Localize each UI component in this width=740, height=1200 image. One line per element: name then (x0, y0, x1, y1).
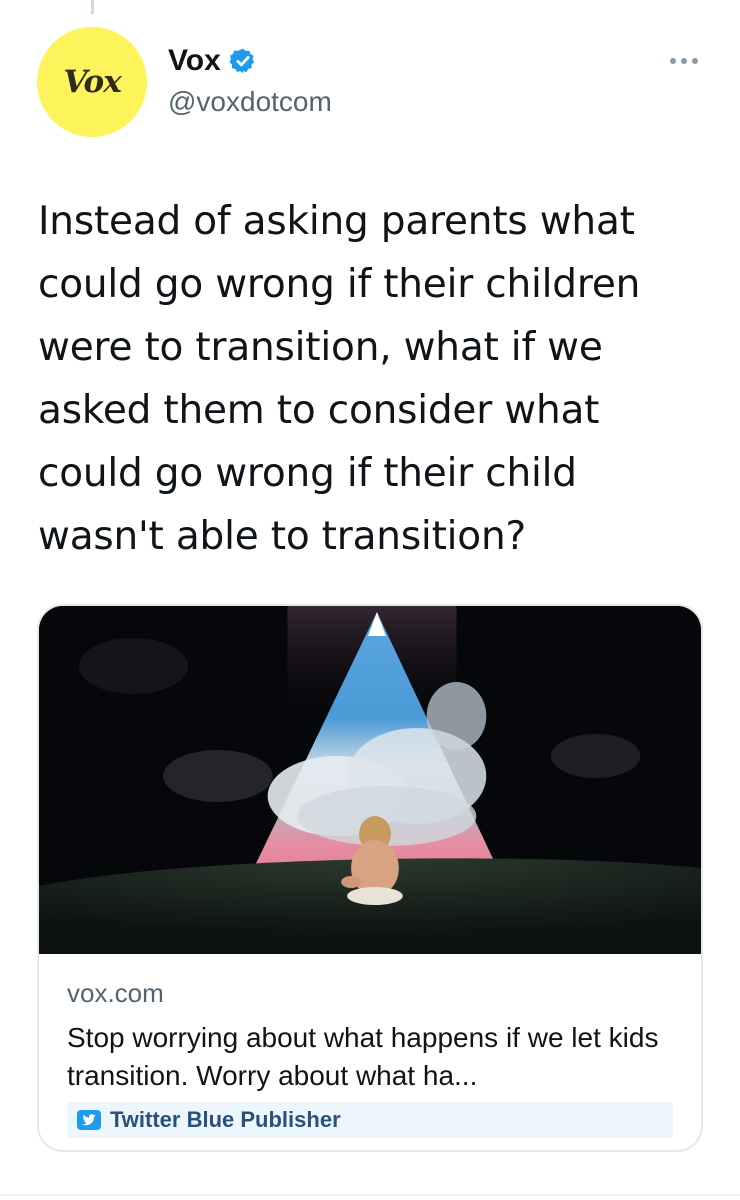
link-card-domain: vox.com (67, 978, 164, 1008)
verified-badge-icon (229, 48, 254, 74)
publisher-badge: Twitter Blue Publisher (67, 1102, 673, 1138)
publisher-label: Twitter Blue Publisher (110, 1107, 341, 1132)
tweet-text: Instead of asking parents what could go … (38, 199, 641, 559)
more-options-button[interactable] (662, 48, 706, 74)
illustration-child-under-light-beam (39, 606, 701, 954)
tweet-page: Vox Vox @voxdotcom Instead of asking par… (0, 0, 740, 1200)
avatar[interactable]: Vox (37, 27, 147, 137)
more-options-icon (670, 58, 676, 64)
vox-logo: Vox (63, 64, 121, 100)
link-card[interactable]: vox.com Stop worrying about what happens… (37, 604, 703, 1152)
bottom-divider (0, 1194, 740, 1196)
link-card-image (39, 606, 701, 954)
link-card-meta: vox.com Stop worrying about what happens… (67, 978, 673, 1095)
author-handle[interactable]: @voxdotcom (168, 86, 332, 118)
author-display-name[interactable]: Vox (168, 44, 221, 78)
author-name-row[interactable]: Vox (168, 44, 257, 78)
thread-connector-line (91, 0, 94, 14)
link-card-title[interactable]: Stop worrying about what happens if we l… (67, 1019, 673, 1095)
twitter-bird-icon (77, 1110, 101, 1130)
